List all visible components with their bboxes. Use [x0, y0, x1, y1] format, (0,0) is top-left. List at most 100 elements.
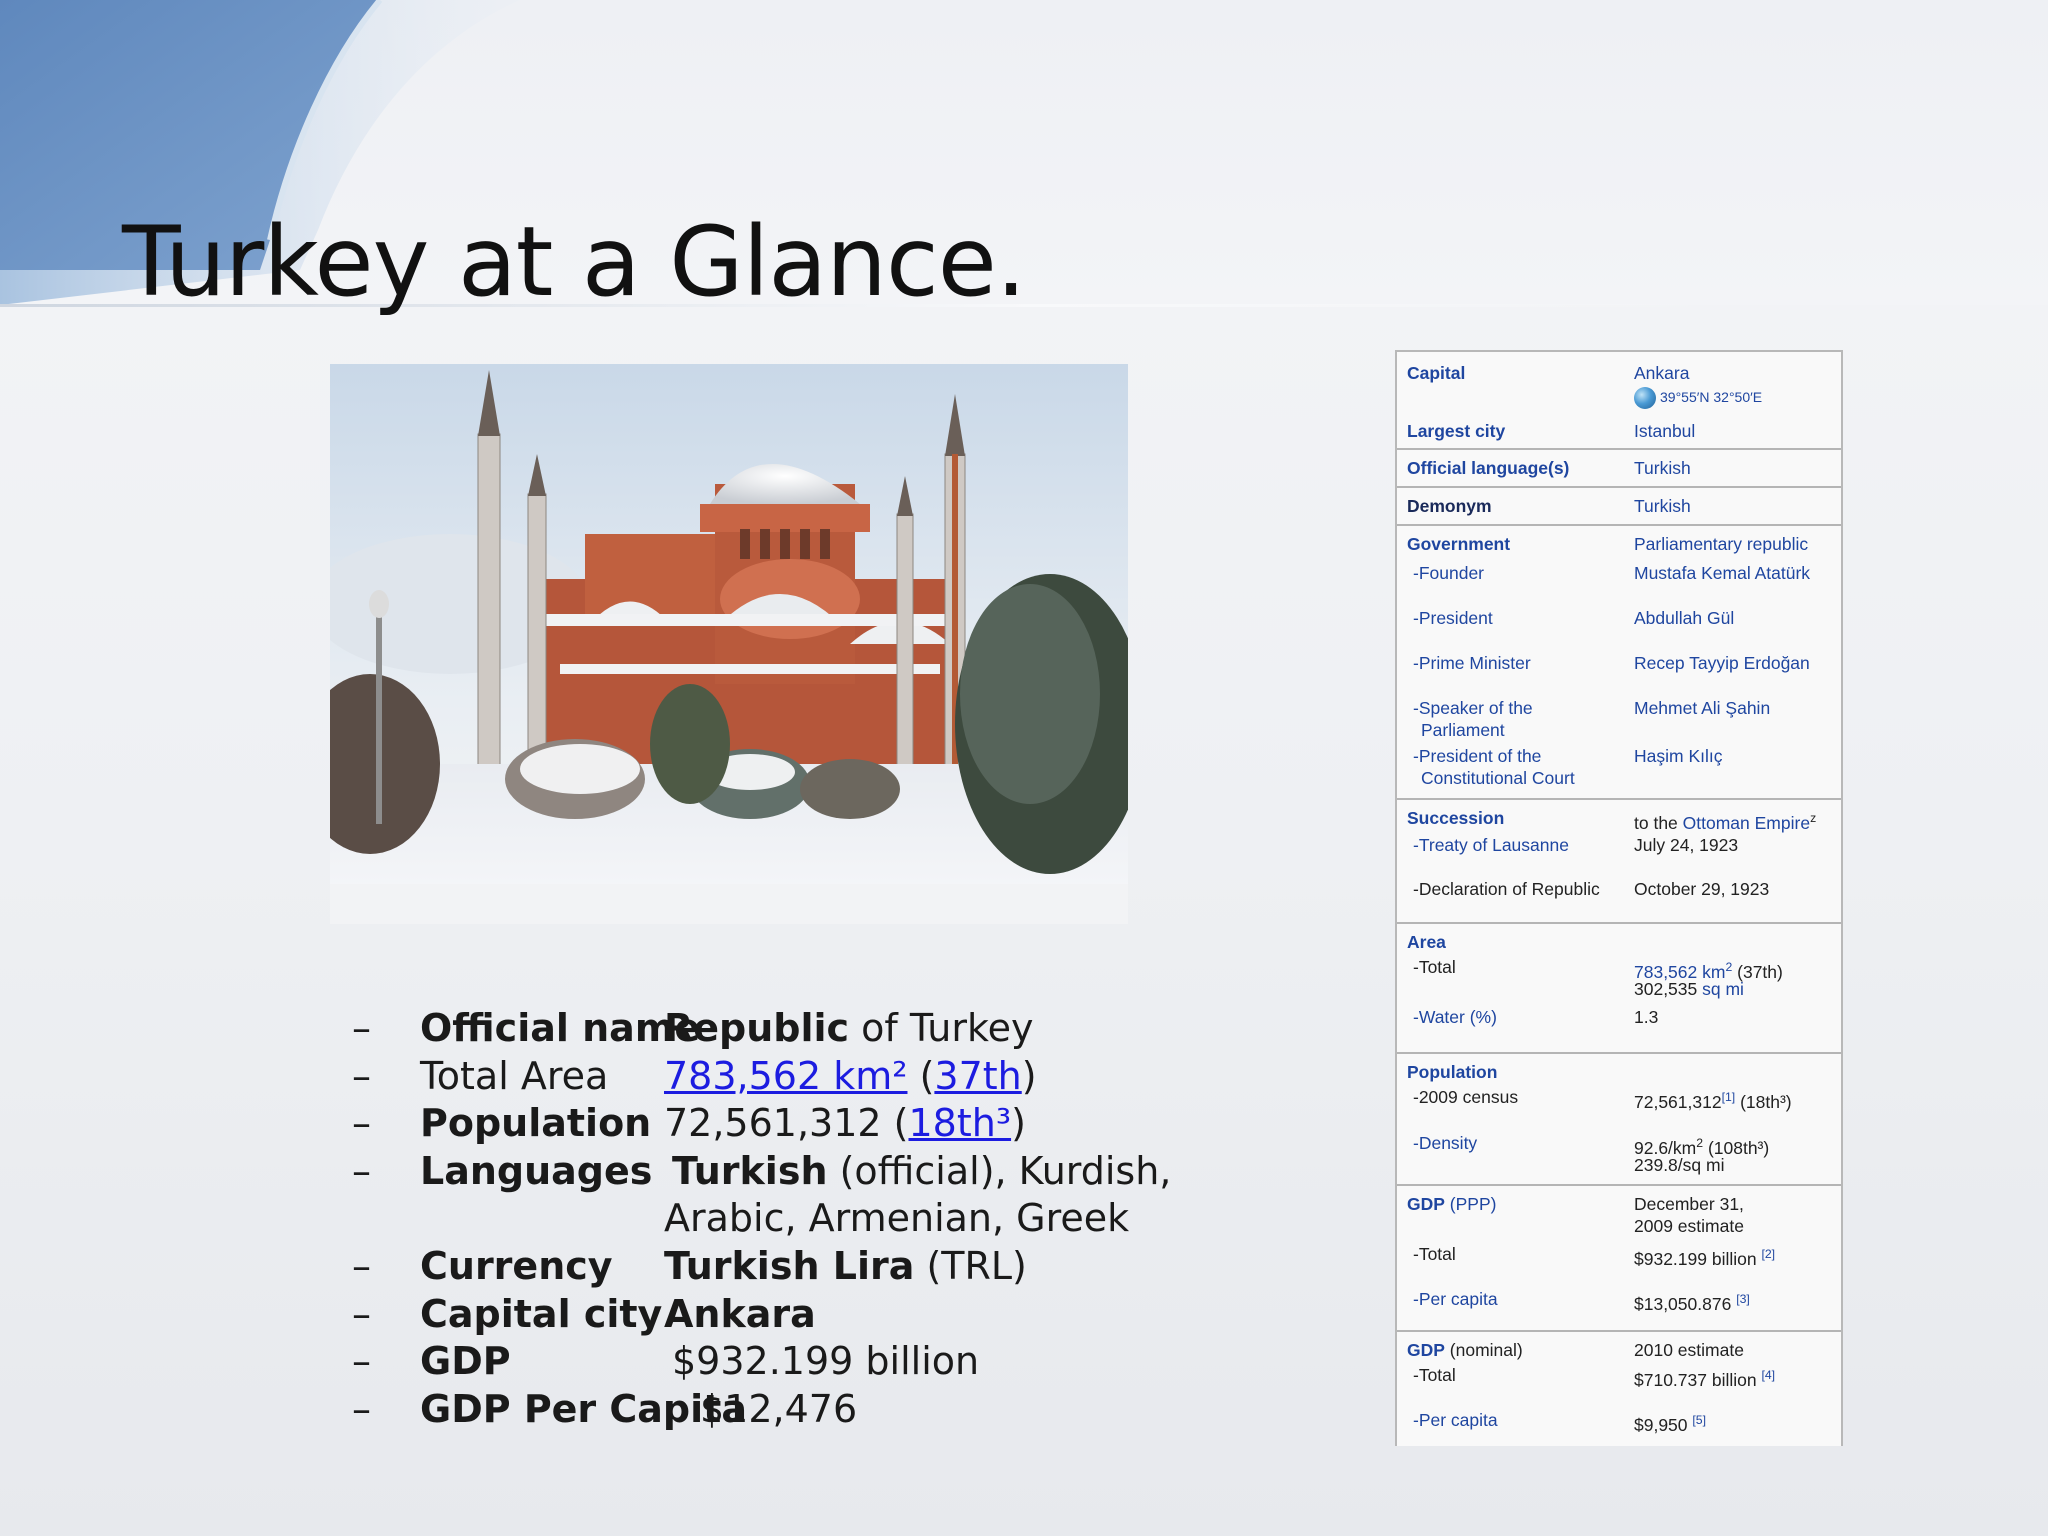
bullet-dash: –: [352, 1386, 371, 1431]
languages-official: Turkish: [672, 1148, 828, 1193]
list-item: – Currency Turkish Lira (TRL): [352, 1243, 1152, 1291]
capital-value[interactable]: Ankara: [1634, 362, 1839, 384]
court-label-line2: Constitutional Court: [1421, 768, 1575, 788]
capital-coords-text: 39°55′N 32°50′E: [1660, 389, 1763, 405]
area-paren-open: (: [907, 1053, 935, 1098]
infobox-section-demonym: Demonym Turkish: [1397, 486, 1841, 524]
gdp-nominal-label-bold[interactable]: GDP: [1407, 1340, 1445, 1360]
infobox-section-language: Official language(s) Turkish: [1397, 448, 1841, 486]
slide-title: Turkey at a Glance.: [122, 206, 1026, 318]
declaration-label: -Declaration of Republic: [1413, 879, 1600, 899]
gdp-ppp-total-ref[interactable]: [2]: [1761, 1247, 1775, 1261]
ottoman-empire-link[interactable]: Ottoman Empire: [1683, 813, 1810, 833]
water-label[interactable]: -Water (%): [1407, 1006, 1633, 1028]
official-name-value: Republic of Turkey: [664, 1005, 1034, 1053]
bullet-dash: –: [352, 1053, 371, 1098]
bullet-dash: –: [352, 1243, 371, 1288]
area-link[interactable]: 783,562 km²: [664, 1054, 907, 1098]
gdp-ppp-label-rest: (PPP): [1444, 1194, 1497, 1214]
gdp-nominal-label: GDP (nominal): [1407, 1339, 1627, 1361]
gdp-ppp-per-capita-label[interactable]: -Per capita: [1407, 1288, 1633, 1310]
president-value[interactable]: Abdullah Gül: [1634, 607, 1839, 629]
bullet-dash: –: [352, 1148, 371, 1193]
official-name-value-rest: of Turkey: [849, 1006, 1034, 1050]
court-president-label[interactable]: -President of the Constitutional Court: [1407, 745, 1633, 789]
capital-city-label: Capital city: [420, 1291, 663, 1336]
gdp-nom-pc-ref[interactable]: [5]: [1692, 1413, 1706, 1427]
founder-label[interactable]: -Founder: [1407, 562, 1633, 584]
gdp-ppp-total-number: $932.199 billion: [1634, 1248, 1762, 1269]
demonym-value[interactable]: Turkish: [1634, 495, 1839, 517]
infobox-section-gdp-nominal: GDP (nominal) 2010 estimate -Total $710.…: [1397, 1330, 1841, 1446]
area-paren-close: ): [1021, 1053, 1037, 1098]
succession-pre: to the: [1634, 812, 1683, 833]
gdp-ppp-label-bold[interactable]: GDP: [1407, 1194, 1445, 1214]
infobox-section-capital: Capital Ankara 39°55′N 32°50′E Largest c…: [1397, 352, 1841, 448]
prime-minister-label[interactable]: -Prime Minister: [1407, 652, 1633, 674]
official-name-value-bold: Republic: [664, 1006, 850, 1050]
gdp-nominal-label-rest: (nominal): [1444, 1340, 1523, 1360]
currency-label: Currency: [420, 1243, 613, 1288]
speaker-value[interactable]: Mehmet Ali Şahin: [1634, 697, 1839, 719]
density-sqmi: 239.8/sq mi: [1634, 1155, 1725, 1175]
speaker-label-line2: Parliament: [1421, 720, 1505, 740]
gdp-ppp-total-value: $932.199 billion [2]: [1634, 1243, 1839, 1270]
population-rank-link[interactable]: 18th³: [908, 1101, 1011, 1145]
density-label[interactable]: -Density: [1407, 1132, 1633, 1154]
languages-value: Turkish (official), Kurdish,: [672, 1148, 1171, 1196]
population-label: Population: [420, 1101, 652, 1146]
bullet-dash: –: [352, 1291, 371, 1336]
gdp-nominal-total-value: $710.737 billion [4]: [1634, 1364, 1839, 1391]
bullet-dash: –: [352, 1339, 371, 1384]
total-area-value: 783,562 km² (37th): [664, 1053, 1037, 1101]
court-president-value[interactable]: Haşim Kılıç: [1634, 745, 1839, 767]
infobox-section-area: Area -Total 783,562 km2 (37th) 302,535 s…: [1397, 922, 1841, 1054]
lausanne-value: July 24, 1923: [1634, 835, 1739, 855]
gdp-nominal-per-capita-label[interactable]: -Per capita: [1407, 1409, 1633, 1431]
president-label[interactable]: -President: [1407, 607, 1633, 629]
census-value: 72,561,312[1] (18th³): [1634, 1086, 1839, 1113]
census-rank: (18th³): [1735, 1091, 1792, 1112]
speaker-label-line1: -Speaker of the: [1413, 698, 1533, 718]
area-rank-link[interactable]: 37th: [934, 1054, 1021, 1098]
gdp-ppp-pc-number: $13,050.876: [1634, 1293, 1737, 1314]
gdp-ppp-date: December 31, 2009 estimate: [1634, 1193, 1839, 1237]
census-number: 72,561,312: [1634, 1091, 1722, 1112]
population-value: 72,561,312 (18th³): [664, 1100, 1026, 1148]
hagia-sophia-photo: [330, 364, 1128, 924]
facts-list: – Official name Republic of Turkey – Tot…: [352, 1005, 1171, 1433]
capital-coords[interactable]: 39°55′N 32°50′E: [1634, 386, 1839, 410]
government-value[interactable]: Parliamentary republic: [1634, 533, 1839, 555]
court-label-line1: -President of the: [1413, 746, 1542, 766]
founder-value[interactable]: Mustafa Kemal Atatürk: [1634, 562, 1839, 584]
list-item: – Population 72,561,312 (18th³): [352, 1100, 1152, 1148]
currency-code: (TRL): [914, 1243, 1027, 1288]
globe-icon: [1634, 387, 1656, 410]
gdp-ppp-pc-ref[interactable]: [3]: [1736, 1292, 1750, 1306]
languages-value-line2: Arabic, Armenian, Greek: [664, 1196, 1130, 1241]
area-sqmi-unit[interactable]: sq mi: [1702, 979, 1744, 999]
list-item: – Languages Turkish (official), Kurdish,: [352, 1148, 1171, 1196]
gdp-nom-total-number: $710.737 billion: [1634, 1369, 1762, 1390]
census-ref[interactable]: [1]: [1722, 1090, 1736, 1104]
gdp-per-capita-value: $12,476: [700, 1386, 858, 1431]
speaker-label[interactable]: -Speaker of the Parliament: [1407, 697, 1633, 741]
languages-label: Languages: [420, 1148, 653, 1193]
infobox-section-gdp-ppp: GDP (PPP) December 31, 2009 estimate -Tot…: [1397, 1184, 1841, 1332]
country-infobox: Capital Ankara 39°55′N 32°50′E Largest c…: [1395, 350, 1843, 1446]
list-item: – Capital city Ankara: [352, 1291, 1152, 1339]
succession-label: Succession: [1407, 808, 1505, 828]
infobox-section-succession: Succession to the Ottoman Empirez -Treat…: [1397, 798, 1841, 924]
official-name-label: Official name: [420, 1006, 701, 1050]
lausanne-label[interactable]: -Treaty of Lausanne: [1407, 834, 1633, 856]
gdp-nom-total-ref[interactable]: [4]: [1761, 1368, 1775, 1382]
official-language-value[interactable]: Turkish: [1634, 457, 1839, 479]
largest-city-value[interactable]: Istanbul: [1634, 420, 1839, 442]
largest-city-label: Largest city: [1407, 421, 1506, 441]
list-item: – GDP $932.199 billion: [352, 1338, 1152, 1386]
gdp-ppp-date-line2: 2009 estimate: [1634, 1216, 1744, 1236]
area-total-label: -Total: [1413, 957, 1456, 977]
gdp-nominal-date: 2010 estimate: [1634, 1340, 1744, 1360]
prime-minister-value[interactable]: Recep Tayyip Erdoğan: [1634, 652, 1839, 674]
languages-rest: (official), Kurdish,: [827, 1148, 1172, 1193]
